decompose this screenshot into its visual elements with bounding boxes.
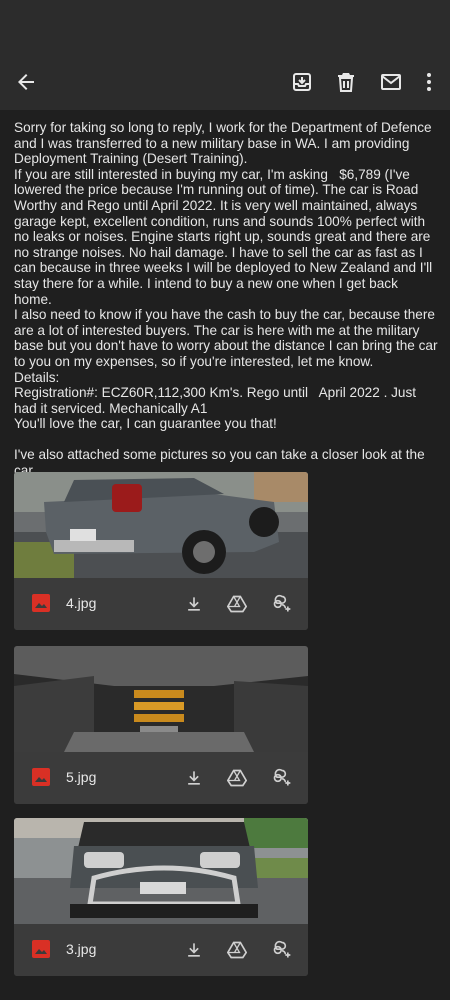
attachment-bar: 4.jpg bbox=[14, 578, 308, 630]
email-paragraph: Details: bbox=[14, 369, 60, 385]
email-paragraph: If you are still interested in buying my… bbox=[14, 166, 436, 307]
attachment-bar: 5.jpg bbox=[14, 752, 308, 804]
email-paragraph: Registration#: ECZ60R,112,300 Km's. Rego… bbox=[14, 385, 420, 416]
add-to-photos-icon[interactable] bbox=[270, 938, 294, 962]
attachment-name[interactable]: 5.jpg bbox=[66, 769, 96, 785]
image-file-icon bbox=[32, 940, 50, 958]
email-paragraph: You'll love the car, I can guarantee you… bbox=[14, 416, 277, 432]
attachment-thumbnail[interactable] bbox=[14, 818, 308, 924]
top-app-bar bbox=[0, 0, 450, 110]
add-to-drive-icon[interactable] bbox=[225, 592, 249, 616]
image-file-icon bbox=[32, 594, 50, 612]
attachment-card[interactable]: 5.jpg bbox=[14, 646, 308, 804]
attachment-thumbnail[interactable] bbox=[14, 472, 308, 578]
add-to-photos-icon[interactable] bbox=[270, 592, 294, 616]
email-paragraph: Sorry for taking so long to reply, I wor… bbox=[14, 120, 436, 167]
attachment-thumbnail[interactable] bbox=[14, 646, 308, 752]
download-icon[interactable] bbox=[182, 592, 206, 616]
attachment-card[interactable]: 3.jpg bbox=[14, 818, 308, 976]
mail-icon[interactable] bbox=[373, 64, 409, 100]
image-file-icon bbox=[32, 768, 50, 786]
download-icon[interactable] bbox=[182, 938, 206, 962]
add-to-drive-icon[interactable] bbox=[225, 938, 249, 962]
arrow-back-icon[interactable] bbox=[8, 64, 44, 100]
attachment-card[interactable]: 4.jpg bbox=[14, 472, 308, 630]
attachment-bar: 3.jpg bbox=[14, 924, 308, 976]
archive-icon[interactable] bbox=[284, 64, 320, 100]
attachment-name[interactable]: 4.jpg bbox=[66, 595, 96, 611]
add-to-drive-icon[interactable] bbox=[225, 766, 249, 790]
email-body: Sorry for taking so long to reply, I wor… bbox=[14, 120, 438, 510]
email-paragraph: I also need to know if you have the cash… bbox=[14, 307, 442, 369]
more-vert-icon[interactable] bbox=[411, 64, 447, 100]
attachment-name[interactable]: 3.jpg bbox=[66, 941, 96, 957]
download-icon[interactable] bbox=[182, 766, 206, 790]
add-to-photos-icon[interactable] bbox=[270, 766, 294, 790]
trash-icon[interactable] bbox=[328, 64, 364, 100]
